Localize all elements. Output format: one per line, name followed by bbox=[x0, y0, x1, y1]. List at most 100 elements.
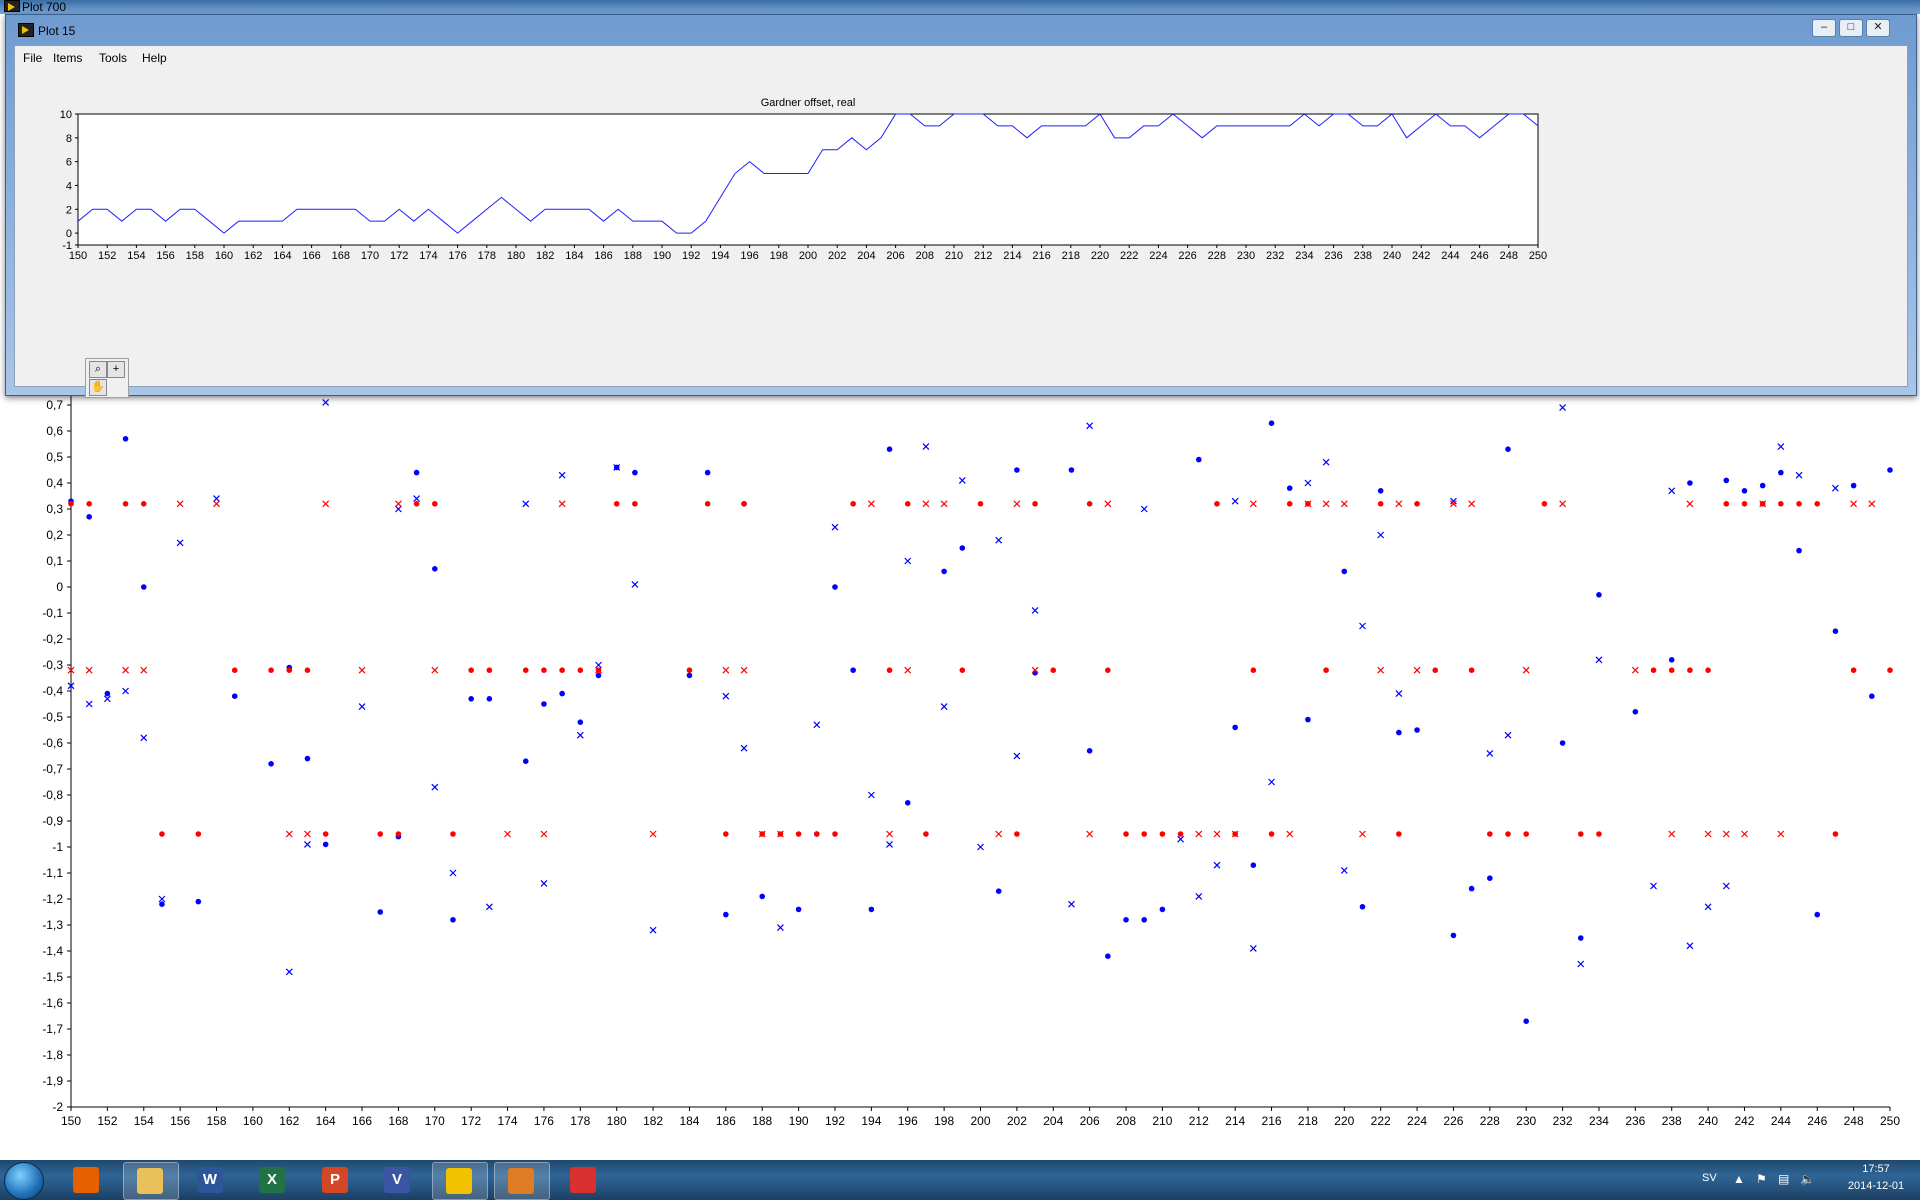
x-tick-label: 240 bbox=[1698, 1114, 1718, 1128]
data-point-dot bbox=[1887, 467, 1893, 473]
x-tick-label: 216 bbox=[1032, 250, 1050, 262]
menu-file[interactable]: File bbox=[23, 51, 42, 65]
x-tick-label: 162 bbox=[279, 1114, 299, 1128]
data-point-x bbox=[1086, 422, 1094, 430]
data-point-dot bbox=[577, 667, 584, 673]
y-tick-label: -1,5 bbox=[42, 970, 63, 984]
data-point-x bbox=[358, 703, 366, 711]
data-point-x bbox=[886, 830, 893, 838]
pan-hand-button[interactable]: ✋ bbox=[89, 379, 107, 396]
app-icon bbox=[570, 1167, 596, 1193]
data-point-dot bbox=[1286, 485, 1293, 492]
x-tick-label: 250 bbox=[1880, 1114, 1900, 1128]
data-point-dot bbox=[1195, 456, 1202, 463]
action-center-flag-icon[interactable]: ⚑ bbox=[1756, 1172, 1767, 1186]
data-point-dot bbox=[1468, 885, 1475, 892]
data-point-dot bbox=[1778, 469, 1784, 476]
data-point-x bbox=[1522, 666, 1530, 674]
data-point-dot bbox=[704, 469, 711, 476]
volume-icon[interactable]: 🔈 bbox=[1800, 1172, 1815, 1186]
taskbar-matlab-button[interactable] bbox=[494, 1162, 550, 1200]
plot-15-window[interactable]: Plot 15 – □ ✕ File Items Tools Help Gard… bbox=[5, 14, 1917, 398]
clock-time[interactable]: 17:57 bbox=[1836, 1163, 1916, 1175]
x-tick-label: 172 bbox=[390, 250, 408, 262]
data-point-x bbox=[595, 661, 602, 669]
data-point-dot bbox=[1887, 667, 1893, 673]
data-point-x bbox=[140, 734, 148, 742]
data-point-dot bbox=[268, 667, 274, 673]
data-point-dot bbox=[595, 672, 602, 679]
data-point-dot bbox=[559, 667, 565, 673]
language-indicator[interactable]: SV bbox=[1702, 1172, 1717, 1184]
taskbar-firefox-button[interactable] bbox=[60, 1162, 114, 1198]
close-button[interactable]: ✕ bbox=[1866, 19, 1890, 37]
menu-help[interactable]: Help bbox=[142, 51, 167, 65]
x-tick-label: 202 bbox=[1007, 1114, 1027, 1128]
x-tick-label: 222 bbox=[1371, 1114, 1391, 1128]
x-tick-label: 200 bbox=[799, 250, 817, 262]
data-point-dot bbox=[1487, 875, 1493, 881]
gardner-offset-chart[interactable]: Gardner offset, real150 152 154 156 158 160 16… bbox=[15, 68, 1907, 328]
taskbar-word-button[interactable]: W bbox=[184, 1162, 238, 1198]
data-point-dot bbox=[231, 667, 238, 673]
data-point-dot bbox=[1323, 667, 1329, 673]
x-tick-label: 242 bbox=[1734, 1114, 1754, 1128]
taskbar-visio-button[interactable]: V bbox=[371, 1162, 425, 1198]
data-point-dot bbox=[1268, 831, 1275, 837]
data-point-dot bbox=[686, 672, 693, 679]
minimize-button[interactable]: – bbox=[1812, 19, 1836, 37]
zoom-button[interactable]: ⌕ bbox=[89, 361, 107, 378]
data-point-dot bbox=[304, 755, 311, 762]
data-point-dot bbox=[522, 758, 529, 764]
start-button[interactable] bbox=[4, 1162, 44, 1200]
data-point-dot bbox=[322, 831, 329, 837]
cursor-move-button[interactable]: + bbox=[107, 361, 125, 378]
window-client-area: File Items Tools Help Gardner offset, re… bbox=[14, 45, 1908, 398]
x-tick-label: 234 bbox=[1295, 250, 1313, 262]
data-point-x bbox=[867, 500, 875, 508]
y-tick-label: -1,1 bbox=[42, 866, 63, 880]
y-tick-label: 0,3 bbox=[46, 502, 63, 516]
y-tick-label: 0 bbox=[66, 228, 72, 240]
x-tick-label: 232 bbox=[1553, 1114, 1573, 1128]
data-point-x bbox=[431, 666, 439, 674]
x-tick-label: 192 bbox=[682, 250, 700, 262]
data-point-x bbox=[213, 500, 220, 508]
data-point-dot bbox=[122, 436, 129, 442]
y-tick-label: -2 bbox=[52, 1100, 63, 1114]
taskbar-powerpoint-button[interactable]: P bbox=[309, 1162, 363, 1198]
data-point-x bbox=[1140, 505, 1148, 513]
clock-date[interactable]: 2014-12-01 bbox=[1836, 1180, 1916, 1192]
word-icon: W bbox=[197, 1167, 223, 1193]
x-tick-label: 152 bbox=[98, 250, 116, 262]
data-point-x bbox=[122, 687, 129, 695]
show-hidden-icons-icon[interactable]: ▲ bbox=[1733, 1172, 1745, 1186]
data-point-x bbox=[776, 924, 784, 932]
data-point-x bbox=[576, 731, 584, 739]
taskbar-app-button[interactable] bbox=[557, 1162, 611, 1198]
x-tick-label: 218 bbox=[1062, 250, 1080, 262]
data-point-x bbox=[1413, 666, 1421, 674]
maximize-button[interactable]: □ bbox=[1839, 19, 1863, 37]
data-point-x bbox=[1031, 606, 1039, 614]
data-point-dot bbox=[1432, 667, 1439, 673]
y-tick-label: -0,8 bbox=[42, 788, 63, 802]
data-point-x bbox=[922, 443, 930, 451]
data-point-x bbox=[1249, 944, 1257, 952]
x-tick-label: 190 bbox=[653, 250, 671, 262]
menu-tools[interactable]: Tools bbox=[99, 51, 127, 65]
x-tick-label: 242 bbox=[1412, 250, 1430, 262]
x-tick-label: 198 bbox=[934, 1114, 954, 1128]
data-point-dot bbox=[377, 909, 384, 915]
data-point-x bbox=[922, 500, 930, 508]
data-point-x bbox=[540, 879, 548, 887]
network-icon[interactable]: ▤ bbox=[1778, 1172, 1789, 1186]
menu-items[interactable]: Items bbox=[53, 51, 82, 65]
taskbar-excel-button[interactable]: X bbox=[246, 1162, 300, 1198]
data-point-dot bbox=[868, 906, 875, 913]
x-tick-label: 248 bbox=[1500, 250, 1518, 262]
taskbar-labview-button[interactable] bbox=[432, 1162, 488, 1200]
taskbar-windows-explorer-button[interactable] bbox=[123, 1162, 179, 1200]
x-tick-label: 154 bbox=[127, 250, 145, 262]
y-tick-label: 2 bbox=[66, 204, 72, 216]
